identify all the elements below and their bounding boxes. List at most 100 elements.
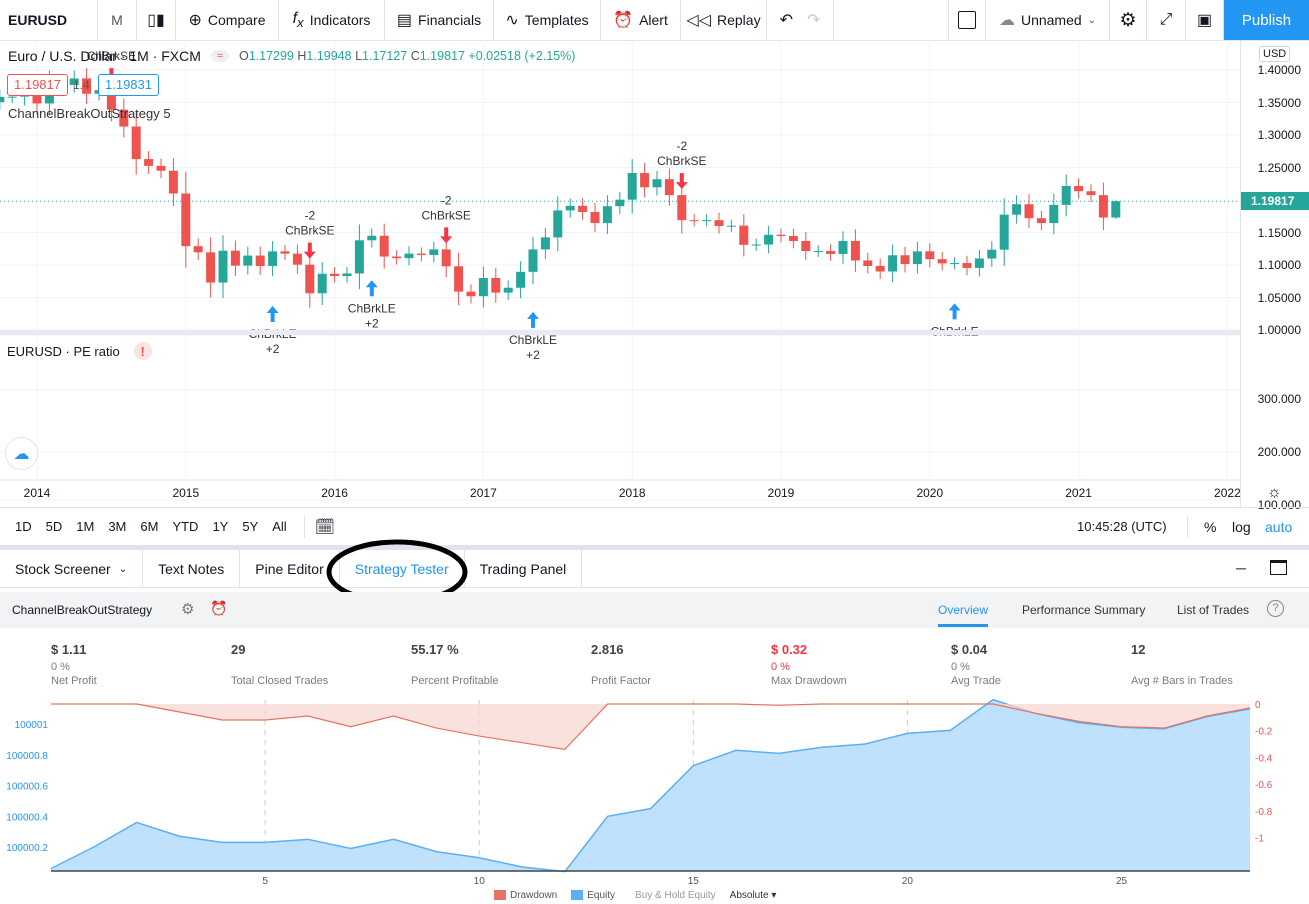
range-3m[interactable]: 3M <box>101 519 133 534</box>
equity-axis-tick: 100000.6 <box>6 782 48 793</box>
tab-text-notes[interactable]: Text Notes <box>143 550 241 588</box>
buy-price-button[interactable]: 1.19831 <box>98 74 159 96</box>
financials-button[interactable]: ▤ Financials <box>385 0 494 40</box>
redo-icon[interactable]: ↷ <box>807 10 820 30</box>
chart-type-button[interactable]: ▯▮ <box>137 0 176 40</box>
auto-toggle[interactable]: auto <box>1265 519 1292 535</box>
candle-body <box>255 255 265 266</box>
range-6m[interactable]: 6M <box>133 519 165 534</box>
tab-list-of-trades[interactable]: List of Trades <box>1177 603 1249 617</box>
candle-body <box>268 251 278 266</box>
symbol-search[interactable]: EURUSD <box>0 0 98 40</box>
log-toggle[interactable]: log <box>1232 519 1251 535</box>
sell-price-button[interactable]: 1.19817 <box>7 74 68 96</box>
alarm-clock-icon[interactable]: ⏰ <box>210 600 227 617</box>
candle-body <box>813 251 823 253</box>
indicators-button[interactable]: fx Indicators <box>279 0 385 40</box>
candle-body <box>565 205 575 211</box>
help-icon[interactable]: ? <box>1267 600 1284 617</box>
interval-button[interactable]: M <box>98 0 137 40</box>
undo-icon[interactable]: ↶ <box>780 10 793 30</box>
strategy-legend[interactable]: ChannelBreakOutStrategy 5 <box>8 106 171 121</box>
replay-label: Replay <box>717 12 761 28</box>
pe-tick: 200.000 <box>1257 445 1301 459</box>
templates-button[interactable]: ∿ Templates <box>494 0 601 40</box>
goto-date-icon[interactable]: 🗓 <box>315 517 335 537</box>
short-entry-arrow-icon <box>440 227 453 244</box>
percent-toggle[interactable]: % <box>1204 519 1216 535</box>
candle-body <box>987 249 997 259</box>
range-5y[interactable]: 5Y <box>235 519 265 534</box>
currency-button[interactable]: USD <box>1259 46 1291 62</box>
legend-label: Drawdown <box>510 890 558 901</box>
time-label: 2019 <box>768 486 795 500</box>
stat-net-profit: $ 1.11 0 % Net Profit <box>51 642 97 687</box>
price-tick: 1.15000 <box>1257 225 1301 240</box>
range-1m[interactable]: 1M <box>69 519 101 534</box>
equity-chart[interactable]: 5 10 15 20 25 100001 100000.8 100000.6 100000.4 1… <box>0 690 1309 904</box>
time-label: 2015 <box>172 486 199 500</box>
candle-body <box>292 253 302 265</box>
gear-icon[interactable]: ⚙ <box>181 600 194 618</box>
tab-trading-panel[interactable]: Trading Panel <box>465 550 583 588</box>
publish-button[interactable]: Publish <box>1224 0 1309 40</box>
layout-name-button[interactable]: ☁ Unnamed ⌄ <box>986 0 1110 40</box>
candle-body <box>305 264 315 294</box>
candle-body <box>1098 195 1108 218</box>
candle-body <box>429 249 439 255</box>
x-tick: 10 <box>474 876 486 887</box>
ohlc-values: O1.17299 H1.19948 L1.17127 C1.19817 +0.0… <box>238 49 576 63</box>
market-status-icon[interactable]: ≈ <box>210 50 229 62</box>
range-5d[interactable]: 5D <box>39 519 70 534</box>
tab-stock-screener[interactable]: Stock Screener ⌄ <box>0 550 144 588</box>
candle-body <box>1036 218 1046 224</box>
tradingview-logo-icon[interactable]: ☁ <box>5 437 38 470</box>
candle-body <box>627 173 637 200</box>
range-1y[interactable]: 1Y <box>205 519 235 534</box>
maximize-icon[interactable] <box>1270 560 1287 575</box>
signal-label: ChBrkSE <box>422 208 471 222</box>
candle-body <box>974 258 984 268</box>
compare-button[interactable]: ⊕ Compare <box>176 0 279 40</box>
tab-label: Stock Screener <box>15 561 111 577</box>
long-entry-arrow-icon <box>266 305 279 322</box>
x-tick: 20 <box>902 876 914 887</box>
chart-legend: Euro / U.S. Dollar · 1M · FXCM ≈ O1.1729… <box>8 48 575 64</box>
fullscreen-icon: ⤢ <box>1159 11 1173 28</box>
legend-equity[interactable]: Equity <box>571 890 615 901</box>
legend-drawdown[interactable]: Drawdown <box>494 890 557 901</box>
stat-value: $ 0.04 <box>951 642 988 657</box>
open-value: 1.17299 <box>248 49 294 63</box>
minimize-icon[interactable]: ─ <box>1236 560 1246 576</box>
stat-percent: 0 % <box>951 661 970 673</box>
tab-performance-summary[interactable]: Performance Summary <box>1022 603 1145 617</box>
price-chart[interactable]: 2014 2015 2016 2017 2018 2019 2020 2021 2022 ChBr… <box>0 40 1240 507</box>
active-tab-indicator <box>938 624 988 627</box>
candle-body <box>677 195 687 221</box>
settings-button[interactable]: ⚙ <box>1110 0 1147 40</box>
candle-body <box>342 273 352 277</box>
alert-button[interactable]: ⏰ Alert <box>601 0 681 40</box>
x-tick: 5 <box>262 876 268 887</box>
tab-overview[interactable]: Overview <box>938 603 988 617</box>
candle-body <box>367 235 377 241</box>
range-ytd[interactable]: YTD <box>165 519 205 534</box>
legend-buy-hold[interactable]: Buy & Hold Equity <box>635 890 716 901</box>
range-1d[interactable]: 1D <box>8 519 39 534</box>
stat-percent <box>231 661 328 673</box>
layout-button[interactable] <box>948 0 986 40</box>
stat-percent <box>411 661 498 673</box>
range-all[interactable]: All <box>265 519 293 534</box>
chevron-down-icon: ⌄ <box>118 563 128 575</box>
price-axis[interactable]: USD 1.19817 ☼ 1.40000 1.35000 1.30000 1.250… <box>1240 40 1309 512</box>
pe-pane-legend: EURUSD · PE ratio! <box>7 342 152 360</box>
replay-button[interactable]: ◁◁ Replay <box>681 0 767 40</box>
fullscreen-button[interactable]: ⤢ <box>1147 0 1186 40</box>
pane-separator[interactable] <box>0 330 1240 335</box>
mode-dropdown[interactable]: Absolute ▾ <box>730 890 777 901</box>
warning-icon[interactable]: ! <box>133 342 152 360</box>
candle-body <box>181 193 191 247</box>
candle-body <box>1061 186 1071 205</box>
stat-percent <box>1131 661 1233 673</box>
snapshot-button[interactable]: ▣ <box>1186 0 1224 40</box>
